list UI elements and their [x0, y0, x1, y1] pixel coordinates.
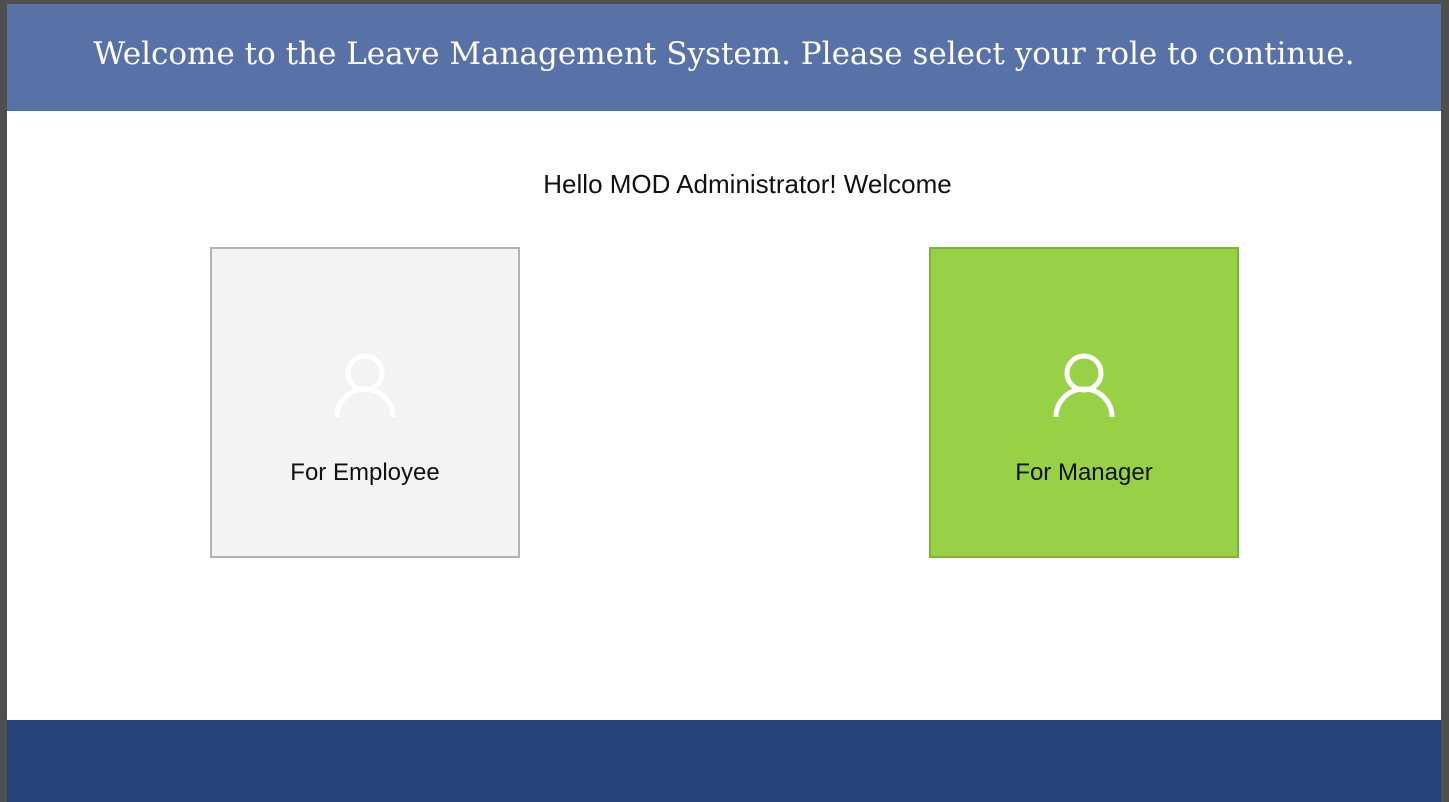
user-icon — [334, 353, 396, 418]
footer-bar — [7, 720, 1441, 802]
manager-role-label: For Manager — [1015, 459, 1153, 486]
window-frame: Welcome to the Leave Management System. … — [0, 0, 1449, 802]
manager-role-button[interactable]: For Manager — [929, 247, 1239, 558]
employee-role-button[interactable]: For Employee — [210, 247, 520, 558]
app-canvas: Welcome to the Leave Management System. … — [7, 4, 1441, 802]
header-bar: Welcome to the Leave Management System. … — [7, 4, 1441, 111]
employee-role-label: For Employee — [290, 459, 440, 486]
user-icon — [1053, 353, 1115, 418]
greeting-text: Hello MOD Administrator! Welcome — [543, 169, 952, 199]
page-title: Welcome to the Leave Management System. … — [93, 36, 1355, 72]
